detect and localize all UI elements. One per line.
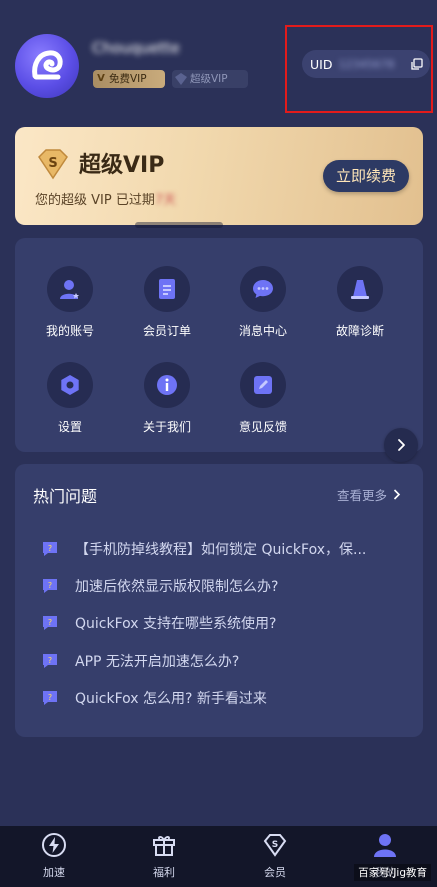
profile-header: Chouquette V 免费VIP 超级VIP UID 12345678 [0, 0, 437, 120]
message-icon [253, 280, 273, 298]
vip-subtitle: 您的超级 VIP 已过期7天 [35, 189, 176, 208]
renew-button[interactable]: 立即续费 [323, 160, 409, 192]
menu-item-diagnose[interactable]: 故障诊断 [320, 266, 400, 352]
gift-icon [153, 836, 175, 856]
menu-icon-circle [144, 266, 190, 312]
svg-text:?: ? [48, 618, 52, 627]
vip-subtitle-blurred: 7天 [154, 193, 177, 208]
super-vip-badge: 超级VIP [172, 70, 248, 88]
diagnose-icon [351, 280, 369, 299]
faq-item-text: 【手机防掉线教程】如何锁定 QuickFox，保... [75, 542, 367, 558]
chevron-right-icon [393, 489, 401, 500]
username: Chouquette [92, 39, 180, 57]
settings-icon [61, 375, 79, 395]
vip-diamond-icon: S [263, 834, 287, 857]
menu-item-label: 意见反馈 [238, 420, 287, 434]
menu-item-label: 我的账号 [45, 324, 94, 338]
nav-tab-label: 福利 [153, 866, 175, 879]
menu-item-label: 设置 [57, 420, 82, 434]
menu-icon-circle [144, 362, 190, 408]
watermark: 百家号/Jig教育 [354, 864, 431, 881]
menu-item-feedback[interactable]: 意见反馈 [223, 362, 303, 448]
svg-text:?: ? [48, 581, 52, 590]
question-icon: ? [43, 542, 57, 556]
menu-card: 我的账号 会员订单 消息中心 故障诊断 设置 关于我们 意见反馈 [15, 238, 423, 452]
menu-item-my-account[interactable]: 我的账号 [30, 266, 110, 352]
menu-item-label: 消息中心 [238, 324, 287, 338]
menu-icon-circle [337, 266, 383, 312]
menu-item-label: 故障诊断 [335, 324, 384, 338]
faq-item[interactable]: ? 加速后依然显示版权限制怎么办? [41, 575, 411, 597]
order-icon [159, 279, 175, 299]
nav-tab-label: 会员 [264, 866, 286, 879]
menu-item-message-center[interactable]: 消息中心 [223, 266, 303, 352]
question-icon: ? [43, 579, 57, 593]
vip-subtitle-text: 您的超级 VIP 已过期 [35, 193, 155, 208]
free-vip-badge-icon: V [97, 73, 105, 84]
lightning-icon [42, 833, 66, 857]
menu-icon-circle [240, 266, 286, 312]
svg-text:?: ? [48, 656, 52, 665]
faq-item-text: QuickFox 支持在哪些系统使用? [75, 616, 277, 632]
svg-text:?: ? [48, 693, 52, 702]
question-icon: ? [43, 654, 57, 668]
free-vip-badge-label: 免费VIP [109, 73, 147, 85]
free-vip-badge: V 免费VIP [93, 70, 165, 88]
faq-item-text: APP 无法开启加速怎么办? [75, 654, 240, 670]
faq-more-label: 查看更多 [336, 488, 387, 503]
question-icon: ? [43, 691, 57, 705]
menu-item-about-us[interactable]: 关于我们 [127, 362, 207, 448]
nav-tab-label: 加速 [43, 866, 65, 879]
avatar[interactable] [15, 34, 79, 98]
menu-item-member-orders[interactable]: 会员订单 [127, 266, 207, 352]
faq-item[interactable]: ? QuickFox 怎么用? 新手看过来 [41, 687, 411, 709]
faq-card: 热门问题 查看更多 ? 【手机防掉线教程】如何锁定 QuickFox，保... … [15, 464, 423, 737]
menu-next-button[interactable] [384, 428, 418, 462]
faq-item[interactable]: ? QuickFox 支持在哪些系统使用? [41, 612, 411, 634]
menu-icon-circle [47, 266, 93, 312]
vip-card: S 超级VIP 您的超级 VIP 已过期7天 立即续费 [15, 127, 423, 225]
super-vip-badge-icon [172, 70, 190, 88]
fox-logo-icon [32, 50, 63, 80]
nav-tab-welfare[interactable]: 福利 [127, 826, 201, 887]
menu-icon-circle [240, 362, 286, 408]
uid-highlight-box [285, 25, 433, 113]
menu-item-label: 会员订单 [142, 324, 191, 338]
user-icon [60, 280, 79, 299]
profile-icon [374, 834, 396, 857]
super-vip-badge-label: 超级VIP [190, 73, 228, 85]
menu-icon-circle [47, 362, 93, 408]
svg-text:?: ? [48, 544, 52, 553]
feedback-icon [254, 376, 272, 394]
faq-item-text: 加速后依然显示版权限制怎么办? [75, 579, 279, 595]
vip-title: 超级VIP [79, 153, 165, 178]
menu-item-settings[interactable]: 设置 [30, 362, 110, 448]
faq-title: 热门问题 [33, 487, 98, 506]
chevron-right-icon [398, 439, 405, 451]
vip-card-shadow [135, 222, 223, 228]
nav-tab-accelerate[interactable]: 加速 [17, 826, 91, 887]
faq-item-text: QuickFox 怎么用? 新手看过来 [75, 691, 267, 707]
menu-item-label: 关于我们 [142, 420, 191, 434]
faq-more-link[interactable]: 查看更多 [337, 485, 401, 504]
info-icon [157, 375, 177, 395]
nav-tab-member[interactable]: S 会员 [238, 826, 312, 887]
vip-diamond-icon: S [38, 149, 68, 180]
bottom-nav: 加速 福利 S 会员 我的 百家号/Jig教育 [0, 826, 437, 887]
vip-diamond-letter: S [48, 156, 57, 171]
svg-text:S: S [272, 840, 278, 850]
faq-item[interactable]: ? APP 无法开启加速怎么办? [41, 650, 411, 672]
faq-item[interactable]: ? 【手机防掉线教程】如何锁定 QuickFox，保... [41, 538, 411, 560]
question-icon: ? [43, 616, 57, 630]
